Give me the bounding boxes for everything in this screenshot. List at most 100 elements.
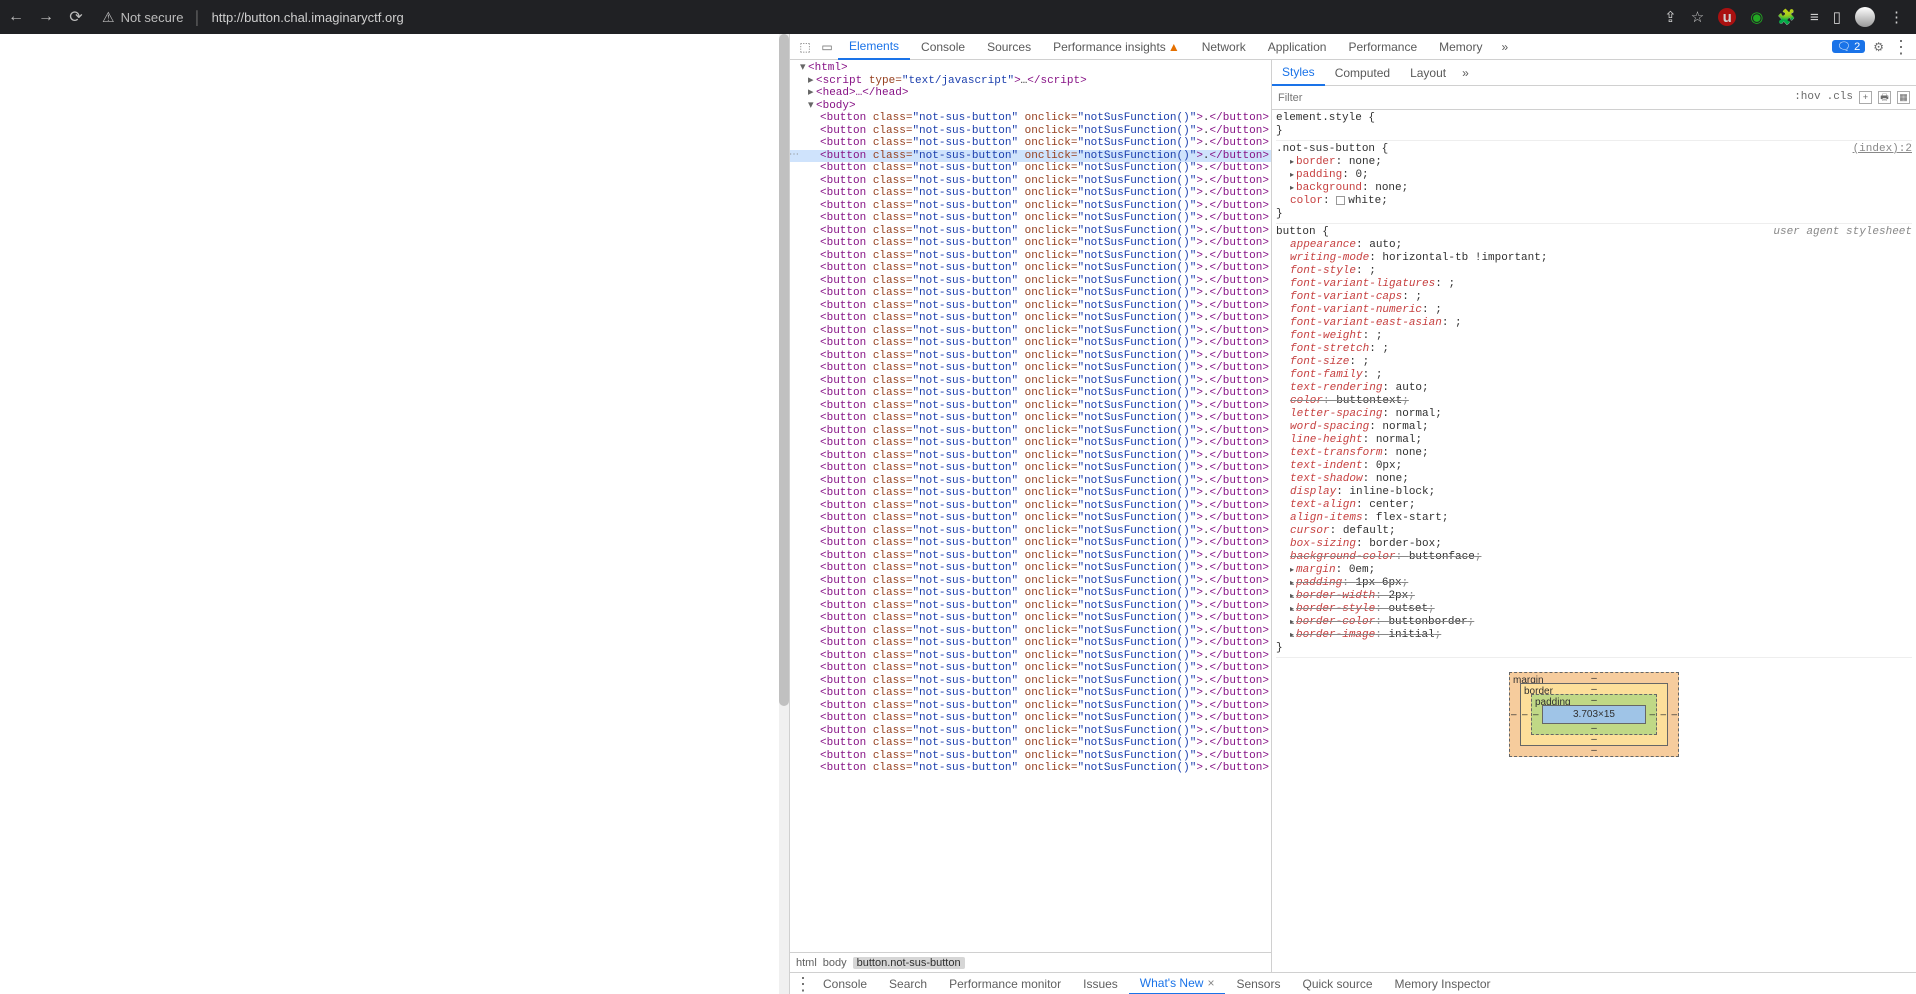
dom-node-button[interactable]: <button class="not-sus-button" onclick="…	[790, 225, 1271, 238]
dom-node-button[interactable]: <button class="not-sus-button" onclick="…	[790, 737, 1271, 750]
dom-node-button[interactable]: <button class="not-sus-button" onclick="…	[790, 125, 1271, 138]
dom-node-button[interactable]: <button class="not-sus-button" onclick="…	[790, 387, 1271, 400]
dom-node-button[interactable]: <button class="not-sus-button" onclick="…	[790, 587, 1271, 600]
dom-node-button[interactable]: <button class="not-sus-button" onclick="…	[790, 212, 1271, 225]
dom-node-button[interactable]: <button class="not-sus-button" onclick="…	[790, 487, 1271, 500]
drawer-tab-meminspect[interactable]: Memory Inspector	[1384, 973, 1502, 994]
dom-node-button[interactable]: <button class="not-sus-button" onclick="…	[790, 512, 1271, 525]
new-style-rule-icon[interactable]: +	[1859, 91, 1872, 104]
dom-node-button[interactable]: <button class="not-sus-button" onclick="…	[790, 600, 1271, 613]
drawer-tab-search[interactable]: Search	[878, 973, 938, 994]
page-viewport[interactable]	[0, 34, 789, 994]
drawer-tab-issues[interactable]: Issues	[1072, 973, 1129, 994]
dom-node-button[interactable]: <button class="not-sus-button" onclick="…	[790, 237, 1271, 250]
dom-node-button[interactable]: <button class="not-sus-button" onclick="…	[790, 175, 1271, 188]
dom-node-button[interactable]: <button class="not-sus-button" onclick="…	[790, 437, 1271, 450]
crumb-html[interactable]: html	[796, 957, 817, 969]
dom-node-button[interactable]: <button class="not-sus-button" onclick="…	[790, 462, 1271, 475]
toggle-computed-icon[interactable]: ▦	[1897, 91, 1910, 104]
dom-node-button[interactable]: <button class="not-sus-button" onclick="…	[790, 262, 1271, 275]
extensions-puzzle-icon[interactable]: 🧩	[1777, 8, 1796, 26]
dom-node-button[interactable]: <button class="not-sus-button" onclick="…	[790, 612, 1271, 625]
ublock-icon[interactable]: u	[1718, 8, 1736, 26]
dom-tree[interactable]: ▾<html>▸<script type="text/javascript">……	[790, 60, 1271, 952]
drawer-tab-perfmon[interactable]: Performance monitor	[938, 973, 1072, 994]
toggle-print-icon[interactable]: 🖶	[1878, 91, 1891, 104]
dom-node-button[interactable]: <button class="not-sus-button" onclick="…	[790, 287, 1271, 300]
dom-node-button[interactable]: <button class="not-sus-button" onclick="…	[790, 325, 1271, 338]
dom-node-button[interactable]: <button class="not-sus-button" onclick="…	[790, 150, 1271, 163]
forward-button[interactable]: →	[36, 8, 56, 26]
drawer-tab-sensors[interactable]: Sensors	[1225, 973, 1291, 994]
dom-node-button[interactable]: <button class="not-sus-button" onclick="…	[790, 650, 1271, 663]
dom-node-button[interactable]: <button class="not-sus-button" onclick="…	[790, 575, 1271, 588]
dom-node-button[interactable]: <button class="not-sus-button" onclick="…	[790, 762, 1271, 775]
dom-node-button[interactable]: <button class="not-sus-button" onclick="…	[790, 200, 1271, 213]
dom-node-button[interactable]: <button class="not-sus-button" onclick="…	[790, 187, 1271, 200]
inspect-element-icon[interactable]: ⬚	[794, 40, 816, 54]
tab-computed[interactable]: Computed	[1325, 60, 1400, 85]
drawer-tab-quicksource[interactable]: Quick source	[1291, 973, 1383, 994]
dom-node-button[interactable]: <button class="not-sus-button" onclick="…	[790, 162, 1271, 175]
side-panel-icon[interactable]: ▯	[1833, 8, 1841, 26]
dom-node-button[interactable]: <button class="not-sus-button" onclick="…	[790, 662, 1271, 675]
dom-node-button[interactable]: <button class="not-sus-button" onclick="…	[790, 475, 1271, 488]
share-icon[interactable]: ⇪	[1664, 8, 1677, 26]
dom-node-button[interactable]: <button class="not-sus-button" onclick="…	[790, 525, 1271, 538]
dom-node-button[interactable]: <button class="not-sus-button" onclick="…	[790, 312, 1271, 325]
extension-icon[interactable]: ◉	[1750, 8, 1763, 26]
dom-node-button[interactable]: <button class="not-sus-button" onclick="…	[790, 500, 1271, 513]
styles-filter-input[interactable]	[1272, 92, 1794, 104]
dom-node-button[interactable]: <button class="not-sus-button" onclick="…	[790, 425, 1271, 438]
dom-node-button[interactable]: <button class="not-sus-button" onclick="…	[790, 375, 1271, 388]
dom-node-button[interactable]: <button class="not-sus-button" onclick="…	[790, 712, 1271, 725]
dom-node-button[interactable]: <button class="not-sus-button" onclick="…	[790, 550, 1271, 563]
reading-list-icon[interactable]: ≡	[1810, 9, 1819, 26]
bookmark-icon[interactable]: ☆	[1691, 8, 1704, 26]
reload-button[interactable]: ⟳	[66, 7, 86, 27]
dom-node-button[interactable]: <button class="not-sus-button" onclick="…	[790, 637, 1271, 650]
crumb-button[interactable]: button.not-sus-button	[853, 957, 965, 969]
tab-console[interactable]: Console	[910, 34, 976, 59]
drawer-tab-console[interactable]: Console	[812, 973, 878, 994]
devtools-settings-icon[interactable]: ⚙	[1873, 40, 1884, 54]
tab-memory[interactable]: Memory	[1428, 34, 1493, 59]
dom-node-button[interactable]: <button class="not-sus-button" onclick="…	[790, 450, 1271, 463]
close-icon[interactable]: ×	[1207, 976, 1214, 990]
dom-node-button[interactable]: <button class="not-sus-button" onclick="…	[790, 412, 1271, 425]
tab-styles[interactable]: Styles	[1272, 61, 1325, 86]
drawer-tab-whatsnew[interactable]: What's New×	[1129, 974, 1226, 994]
page-scroll-thumb[interactable]	[779, 34, 789, 706]
tab-sources[interactable]: Sources	[976, 34, 1042, 59]
avatar[interactable]	[1855, 7, 1875, 27]
dom-node-button[interactable]: <button class="not-sus-button" onclick="…	[790, 562, 1271, 575]
tab-network[interactable]: Network	[1191, 34, 1257, 59]
crumb-body[interactable]: body	[823, 957, 847, 969]
dom-node-button[interactable]: <button class="not-sus-button" onclick="…	[790, 300, 1271, 313]
tab-perf-insights[interactable]: Performance insights▲	[1042, 34, 1191, 59]
page-scrollbar[interactable]	[779, 34, 789, 994]
tabs-overflow-icon[interactable]: »	[1493, 40, 1516, 54]
dom-node-button[interactable]: <button class="not-sus-button" onclick="…	[790, 625, 1271, 638]
hov-toggle[interactable]: :hov	[1794, 91, 1820, 104]
address-bar[interactable]: ⚠ Not secure │ http://button.chal.imagin…	[102, 9, 404, 26]
dom-node-button[interactable]: <button class="not-sus-button" onclick="…	[790, 362, 1271, 375]
dom-node-button[interactable]: <button class="not-sus-button" onclick="…	[790, 750, 1271, 763]
dom-node-button[interactable]: <button class="not-sus-button" onclick="…	[790, 337, 1271, 350]
dom-node-button[interactable]: <button class="not-sus-button" onclick="…	[790, 725, 1271, 738]
back-button[interactable]: ←	[6, 8, 26, 26]
issues-badge[interactable]: 🗨 2	[1832, 40, 1865, 53]
tab-application[interactable]: Application	[1257, 34, 1338, 59]
dom-node-button[interactable]: <button class="not-sus-button" onclick="…	[790, 537, 1271, 550]
dom-node-button[interactable]: <button class="not-sus-button" onclick="…	[790, 250, 1271, 263]
devtools-menu-icon[interactable]: ⋮	[1892, 38, 1910, 56]
dom-node-button[interactable]: <button class="not-sus-button" onclick="…	[790, 275, 1271, 288]
dom-node-button[interactable]: <button class="not-sus-button" onclick="…	[790, 112, 1271, 125]
dom-node-button[interactable]: <button class="not-sus-button" onclick="…	[790, 700, 1271, 713]
styles-body[interactable]: element.style {}.not-sus-button {(index)…	[1272, 110, 1916, 972]
tab-elements[interactable]: Elements	[838, 35, 910, 60]
dom-node-button[interactable]: <button class="not-sus-button" onclick="…	[790, 675, 1271, 688]
tab-performance[interactable]: Performance	[1337, 34, 1428, 59]
tab-layout[interactable]: Layout	[1400, 60, 1456, 85]
cls-toggle[interactable]: .cls	[1827, 91, 1853, 104]
